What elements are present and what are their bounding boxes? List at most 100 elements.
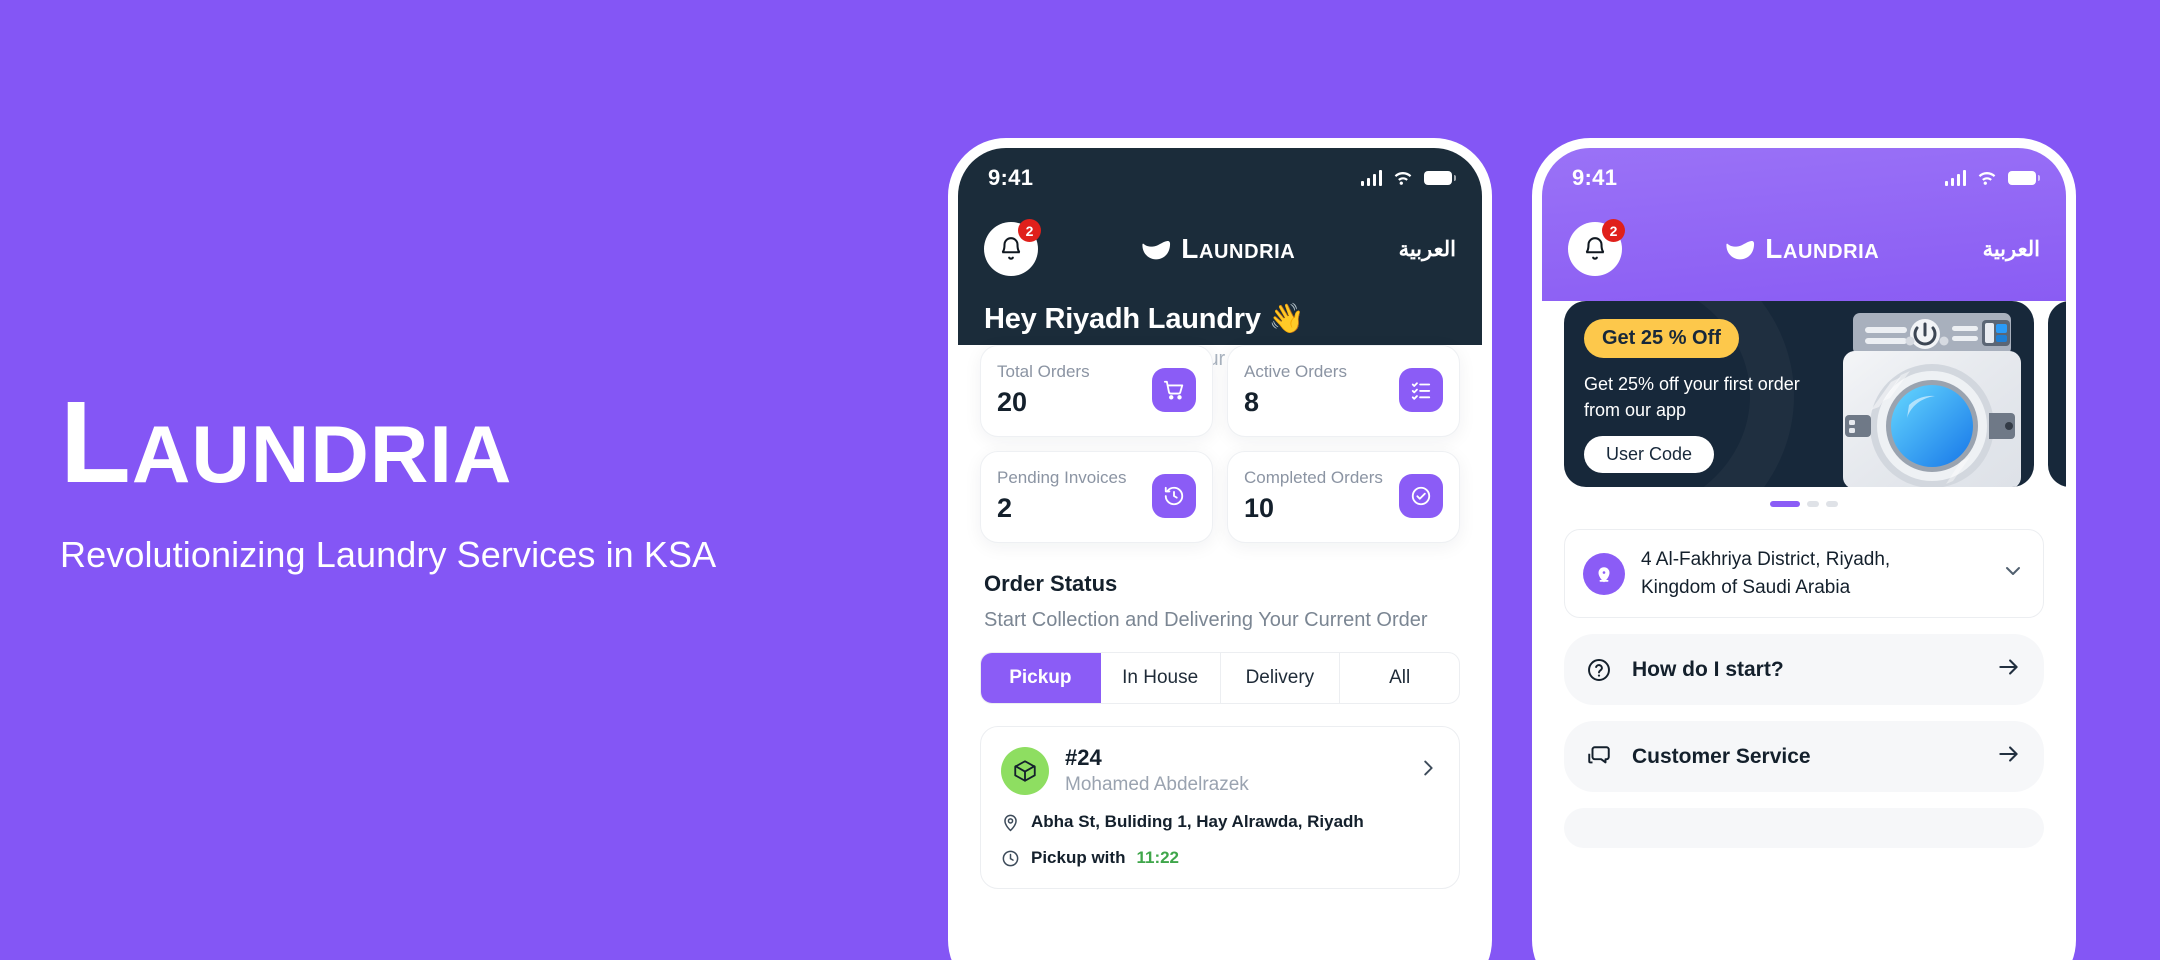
status-bar-time: 9:41: [1572, 165, 1618, 190]
chevron-right-icon[interactable]: [1417, 757, 1439, 784]
order-card-header: #24 Mohamed Abdelrazek: [1001, 745, 1439, 796]
order-pickup-row: Pickup with 11:22: [1001, 848, 1439, 868]
order-customer-name: Mohamed Abdelrazek: [1065, 774, 1249, 795]
carousel-dot[interactable]: [1807, 501, 1819, 507]
language-toggle[interactable]: العربية: [1983, 237, 2040, 262]
app-logo-text: Laundria: [1181, 233, 1296, 264]
hero-logo: Laundria: [60, 377, 513, 507]
phone-b-body: Get 25 % Off Get 25% off your first orde…: [1542, 301, 2066, 849]
order-pickup-label: Pickup with: [1031, 848, 1126, 867]
promo-card[interactable]: Get 25 % Off Get 25% off your first orde…: [1564, 301, 2034, 487]
tab-all[interactable]: All: [1340, 653, 1459, 703]
app-logo-text: Laundria: [1765, 233, 1880, 264]
stat-card-active-orders[interactable]: Active Orders 8: [1227, 345, 1460, 437]
carousel-dot[interactable]: [1826, 501, 1838, 507]
notification-button[interactable]: 2: [1568, 219, 1625, 276]
status-bar: 9:41: [958, 148, 1482, 200]
address-line-2: Kingdom of Saudi Arabia: [1641, 576, 1851, 598]
stat-label: Completed Orders: [1244, 468, 1383, 487]
phone-a-body: Total Orders 20 Active Orders 8 Pending …: [958, 345, 1482, 889]
section-title: Order Status: [984, 571, 1118, 596]
stat-value: 10: [1244, 493, 1275, 523]
battery-icon: [2008, 171, 2040, 185]
wifi-icon: [1394, 171, 1412, 185]
language-toggle[interactable]: العربية: [1399, 237, 1456, 262]
promo-badge: Get 25 % Off: [1584, 319, 1739, 358]
hero-tagline: Revolutionizing Laundry Services in KSA: [60, 534, 717, 575]
status-bar-time: 9:41: [988, 165, 1034, 190]
app-logo: Laundria: [1725, 233, 1879, 265]
checklist-icon: [1399, 368, 1443, 412]
stat-value: 20: [997, 387, 1028, 417]
stat-value: 2: [997, 493, 1013, 523]
check-circle-icon: [1399, 474, 1443, 518]
promo-carousel[interactable]: Get 25 % Off Get 25% off your first orde…: [1542, 301, 2066, 487]
promo-content: Get 25 % Off Get 25% off your first orde…: [1564, 301, 1826, 487]
tab-delivery[interactable]: Delivery: [1221, 653, 1341, 703]
menu-item-label: Customer Service: [1632, 744, 1811, 768]
menu-item-label: How do I start?: [1632, 657, 1784, 681]
stat-label: Total Orders: [997, 362, 1090, 381]
tab-in-house[interactable]: In House: [1101, 653, 1221, 703]
cellular-signal-icon: [1944, 170, 1966, 186]
history-icon: [1152, 474, 1196, 518]
order-id: #24: [1065, 745, 1102, 770]
notification-badge: 2: [1602, 219, 1625, 242]
chevron-down-icon[interactable]: [2001, 559, 2025, 588]
phone-a-app-header: 2 Laundria العربية: [958, 200, 1482, 276]
notification-button[interactable]: 2: [984, 219, 1041, 276]
promo-description: Get 25% off your first order from our ap…: [1584, 374, 1800, 421]
wifi-icon: [1978, 171, 1996, 185]
section-subtitle: Start Collection and Delivering Your Cur…: [984, 609, 1428, 631]
phone-a-screen: 9:41 2 Laundria العربية Hey Riyadh Laund…: [958, 148, 1482, 960]
status-bar: 9:41: [1542, 148, 2066, 200]
location-pin-icon: [1004, 814, 1017, 831]
phone-b-app-header: 2 Laundria العربية: [1542, 200, 2066, 276]
stat-label: Active Orders: [1244, 362, 1347, 381]
leaf-logo-icon: [1726, 240, 1755, 260]
stats-grid: Total Orders 20 Active Orders 8 Pending …: [958, 345, 1482, 543]
stat-label: Pending Invoices: [997, 468, 1127, 487]
chat-icon: [1588, 745, 1610, 763]
menu-item-how-do-i-start[interactable]: How do I start?: [1564, 634, 2044, 706]
menu-item-partial[interactable]: [1564, 808, 2044, 849]
arrow-right-icon: [1996, 654, 2022, 685]
hero-panel: Laundria Revolutionizing Laundry Service…: [60, 0, 880, 960]
greeting-title: Hey Riyadh Laundry 👋: [984, 303, 1305, 335]
status-bar-indicators: [1360, 170, 1456, 186]
address-line-1: 4 Al-Fakhriya District, Riyadh,: [1641, 549, 1891, 570]
washing-machine-illustration: [1839, 309, 2024, 487]
leaf-logo-icon: [1142, 240, 1171, 260]
promo-card-next[interactable]: [2048, 301, 2066, 487]
arrow-right-icon: [1996, 741, 2022, 772]
stat-card-pending-invoices[interactable]: Pending Invoices 2: [980, 451, 1213, 543]
order-pickup-time: 11:22: [1136, 848, 1180, 867]
carousel-dots: [1542, 501, 2066, 507]
stat-value: 8: [1244, 387, 1260, 417]
order-address: Abha St, Buliding 1, Hay Alrawda, Riyadh: [1031, 812, 1364, 831]
tab-pickup[interactable]: Pickup: [981, 653, 1101, 703]
cellular-signal-icon: [1360, 170, 1382, 186]
carousel-dot-active[interactable]: [1770, 501, 1800, 507]
address-text: 4 Al-Fakhriya District, Riyadh, Kingdom …: [1641, 546, 1890, 601]
order-status-tabs: Pickup In House Delivery All: [980, 652, 1460, 704]
address-selector[interactable]: 4 Al-Fakhriya District, Riyadh, Kingdom …: [1564, 529, 2044, 619]
phone-mockup-customer: 9:41 2 Laundria العربية Get 25 % Off Get…: [1532, 138, 2076, 960]
menu-item-customer-service[interactable]: Customer Service: [1564, 721, 2044, 793]
clock-icon: [1002, 850, 1019, 866]
location-pin-icon: [1583, 552, 1625, 595]
phone-b-screen: 9:41 2 Laundria العربية Get 25 % Off Get…: [1542, 148, 2066, 960]
user-code-button[interactable]: User Code: [1584, 436, 1715, 474]
help-circle-icon: [1588, 658, 1610, 681]
stat-card-total-orders[interactable]: Total Orders 20: [980, 345, 1213, 437]
status-bar-indicators: [1944, 170, 2040, 186]
order-card[interactable]: #24 Mohamed Abdelrazek Abha St, Buliding…: [980, 726, 1460, 889]
cart-icon: [1152, 368, 1196, 412]
app-logo: Laundria: [1141, 233, 1295, 265]
battery-icon: [1424, 171, 1456, 185]
package-icon: [1001, 746, 1049, 795]
phone-mockup-business: 9:41 2 Laundria العربية Hey Riyadh Laund…: [948, 138, 1492, 960]
notification-badge: 2: [1018, 219, 1041, 242]
order-address-row: Abha St, Buliding 1, Hay Alrawda, Riyadh: [1001, 812, 1439, 832]
stat-card-completed-orders[interactable]: Completed Orders 10: [1227, 451, 1460, 543]
